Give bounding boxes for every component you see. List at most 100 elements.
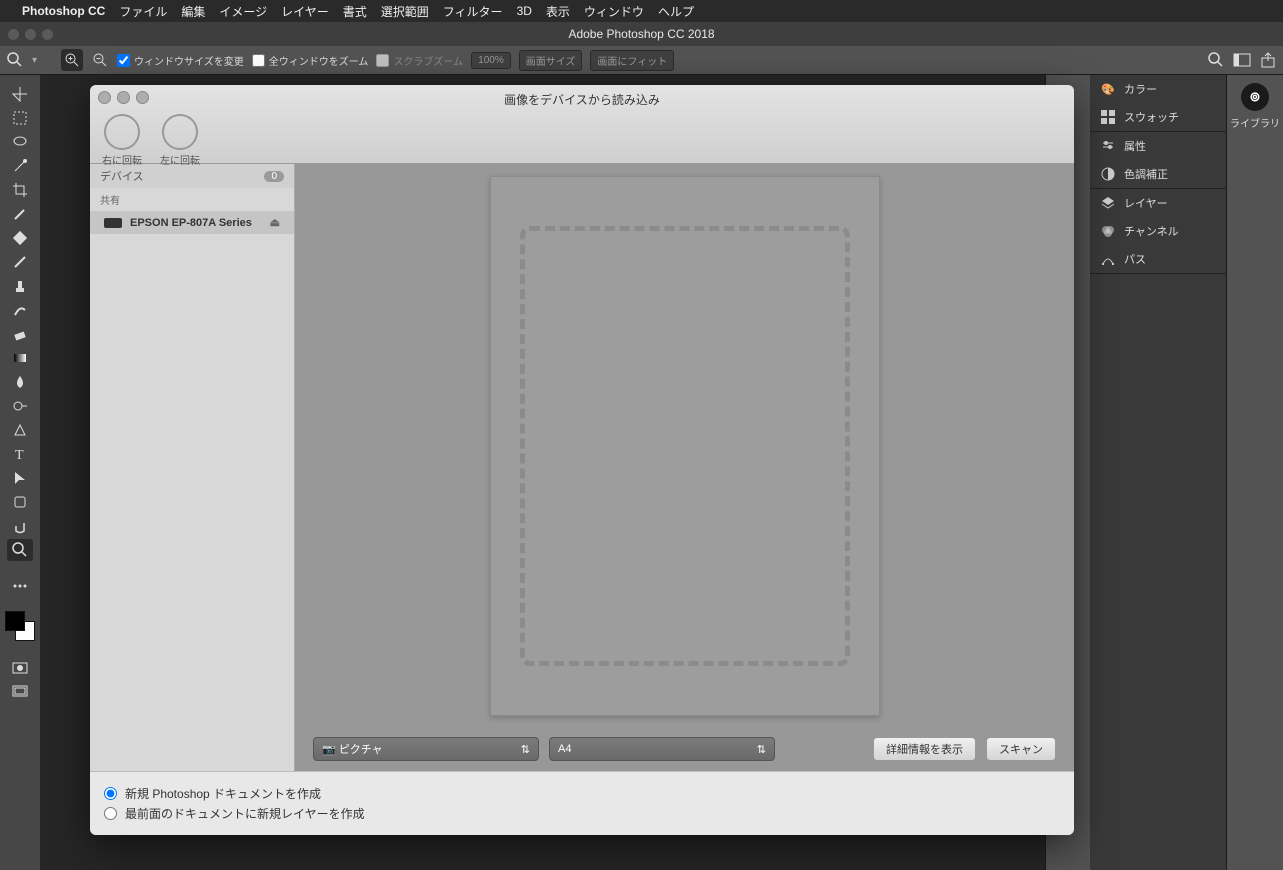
pen-tool[interactable]	[7, 419, 33, 441]
menu-type[interactable]: 書式	[343, 3, 367, 20]
btn-100[interactable]: 100%	[471, 52, 511, 69]
text-tool[interactable]: T	[7, 443, 33, 465]
menu-edit[interactable]: 編集	[181, 3, 205, 20]
workspace: T 画像をデバイスから読み込み 右に回転 左に回転 デバイス 0	[0, 75, 1283, 870]
panels: 🎨カラー スウォッチ 属性 色調補正 レイヤー チャンネル パス	[1090, 75, 1226, 870]
btn-fit[interactable]: 画面にフィット	[590, 50, 674, 71]
hand-tool[interactable]	[7, 515, 33, 537]
panel-properties[interactable]: 属性	[1090, 132, 1226, 160]
brush-tool[interactable]	[7, 251, 33, 273]
swatch-icon	[1100, 109, 1116, 125]
dialog-toolbar: 画像をデバイスから読み込み 右に回転 左に回転	[90, 85, 1074, 164]
dialog-footer: 新規 Photoshop ドキュメントを作成 最前面のドキュメントに新規レイヤー…	[90, 771, 1074, 835]
sidebar-shared-header: 共有	[90, 188, 294, 211]
adjust-icon	[1100, 166, 1116, 182]
library-column: ⊚ ライブラリ	[1226, 75, 1283, 870]
history-brush-tool[interactable]	[7, 299, 33, 321]
app-name[interactable]: Photoshop CC	[22, 4, 105, 18]
resize-checkbox[interactable]	[117, 54, 130, 67]
screenmode-icon[interactable]	[7, 681, 33, 703]
paths-icon	[1100, 251, 1116, 267]
radio-new-layer[interactable]: 最前面のドキュメントに新規レイヤーを作成	[104, 805, 1060, 822]
search-icon[interactable]	[1207, 51, 1225, 69]
panel-channels[interactable]: チャンネル	[1090, 217, 1226, 245]
menu-layer[interactable]: レイヤー	[281, 3, 329, 20]
fg-bg-colors[interactable]	[5, 611, 35, 641]
zoom-tool[interactable]	[7, 539, 33, 561]
shape-tool[interactable]	[7, 491, 33, 513]
panel-layers[interactable]: レイヤー	[1090, 189, 1226, 217]
doc-layout-icon[interactable]	[1233, 51, 1251, 69]
panel-color[interactable]: 🎨カラー	[1090, 75, 1226, 103]
gradient-tool[interactable]	[7, 347, 33, 369]
edit-toolbar-icon[interactable]	[7, 575, 33, 597]
window-titlebar: Adobe Photoshop CC 2018	[0, 22, 1283, 46]
canvas-area: 画像をデバイスから読み込み 右に回転 左に回転 デバイス 0 共有 EPSON E…	[40, 75, 1045, 870]
layers-icon	[1100, 195, 1116, 211]
path-select-tool[interactable]	[7, 467, 33, 489]
allwin-label: 全ウィンドウをズーム	[269, 53, 369, 68]
right-column: 🎨カラー スウォッチ 属性 色調補正 レイヤー チャンネル パス ⊚ ライブラリ	[1045, 75, 1283, 870]
menu-view[interactable]: 表示	[546, 3, 570, 20]
palette-icon: 🎨	[1100, 81, 1116, 97]
channels-icon	[1100, 223, 1116, 239]
dialog-sidebar: デバイス 0 共有 EPSON EP-807A Series⏏	[90, 164, 295, 771]
resize-label: ウィンドウサイズを変更	[134, 53, 244, 68]
panel-paths[interactable]: パス	[1090, 245, 1226, 273]
scrubzoom-label: スクラブズーム	[393, 53, 463, 68]
details-button[interactable]: 詳細情報を表示	[873, 737, 976, 761]
panel-adjustments[interactable]: 色調補正	[1090, 160, 1226, 188]
rotate-right-button[interactable]: 右に回転	[102, 114, 142, 167]
window-title: Adobe Photoshop CC 2018	[568, 27, 714, 41]
panel-library[interactable]: ライブラリ	[1230, 115, 1280, 130]
scan-button[interactable]: スキャン	[986, 737, 1056, 761]
share-icon[interactable]	[1259, 51, 1277, 69]
zoom-in-icon[interactable]	[61, 49, 83, 71]
svg-text:T: T	[15, 448, 24, 462]
properties-icon	[1100, 138, 1116, 154]
menu-3d[interactable]: 3D	[517, 4, 532, 18]
eject-icon[interactable]: ⏏	[270, 216, 280, 229]
options-bar: ▾ ウィンドウサイズを変更 全ウィンドウをズーム スクラブズーム 100% 画面…	[0, 46, 1283, 75]
rotate-left-button[interactable]: 左に回転	[160, 114, 200, 167]
btn-fitscreen[interactable]: 画面サイズ	[519, 50, 583, 71]
allwin-checkbox[interactable]	[252, 54, 265, 67]
eyedropper-tool[interactable]	[7, 203, 33, 225]
radio-new-doc[interactable]: 新規 Photoshop ドキュメントを作成	[104, 785, 1060, 802]
lasso-tool[interactable]	[7, 131, 33, 153]
window-controls[interactable]	[8, 29, 53, 40]
menu-help[interactable]: ヘルプ	[658, 3, 694, 20]
quickmask-icon[interactable]	[7, 657, 33, 679]
move-tool[interactable]	[7, 83, 33, 105]
menu-file[interactable]: ファイル	[119, 3, 167, 20]
destination-select[interactable]: 📷 ピクチャ⇅	[313, 737, 539, 761]
marquee-tool[interactable]	[7, 107, 33, 129]
blur-tool[interactable]	[7, 371, 33, 393]
pagesize-select[interactable]: A4⇅	[549, 737, 775, 761]
menu-window[interactable]: ウィンドウ	[584, 3, 644, 20]
zoom-out-icon[interactable]	[91, 51, 109, 69]
eraser-tool[interactable]	[7, 323, 33, 345]
menu-filter[interactable]: フィルター	[443, 3, 503, 20]
menu-image[interactable]: イメージ	[219, 3, 267, 20]
tool-column: T	[0, 75, 40, 870]
wand-tool[interactable]	[7, 155, 33, 177]
dodge-tool[interactable]	[7, 395, 33, 417]
menubar: Photoshop CC ファイル 編集 イメージ レイヤー 書式 選択範囲 フ…	[0, 0, 1283, 22]
panel-swatch[interactable]: スウォッチ	[1090, 103, 1226, 131]
scanner-icon	[104, 218, 122, 228]
import-dialog: 画像をデバイスから読み込み 右に回転 左に回転 デバイス 0 共有 EPSON E…	[90, 85, 1074, 835]
preview-page[interactable]	[490, 176, 880, 716]
scan-area[interactable]	[520, 226, 850, 666]
menu-select[interactable]: 選択範囲	[381, 3, 429, 20]
stamp-tool[interactable]	[7, 275, 33, 297]
device-count-badge: 0	[264, 171, 284, 182]
scanner-item[interactable]: EPSON EP-807A Series⏏	[90, 211, 294, 234]
cc-icon[interactable]: ⊚	[1241, 83, 1269, 111]
sidebar-device-header: デバイス	[100, 168, 144, 184]
heal-tool[interactable]	[7, 227, 33, 249]
dialog-title: 画像をデバイスから読み込み	[504, 91, 660, 108]
scan-preview	[295, 164, 1074, 727]
zoom-tool-icon[interactable]	[6, 51, 24, 69]
crop-tool[interactable]	[7, 179, 33, 201]
